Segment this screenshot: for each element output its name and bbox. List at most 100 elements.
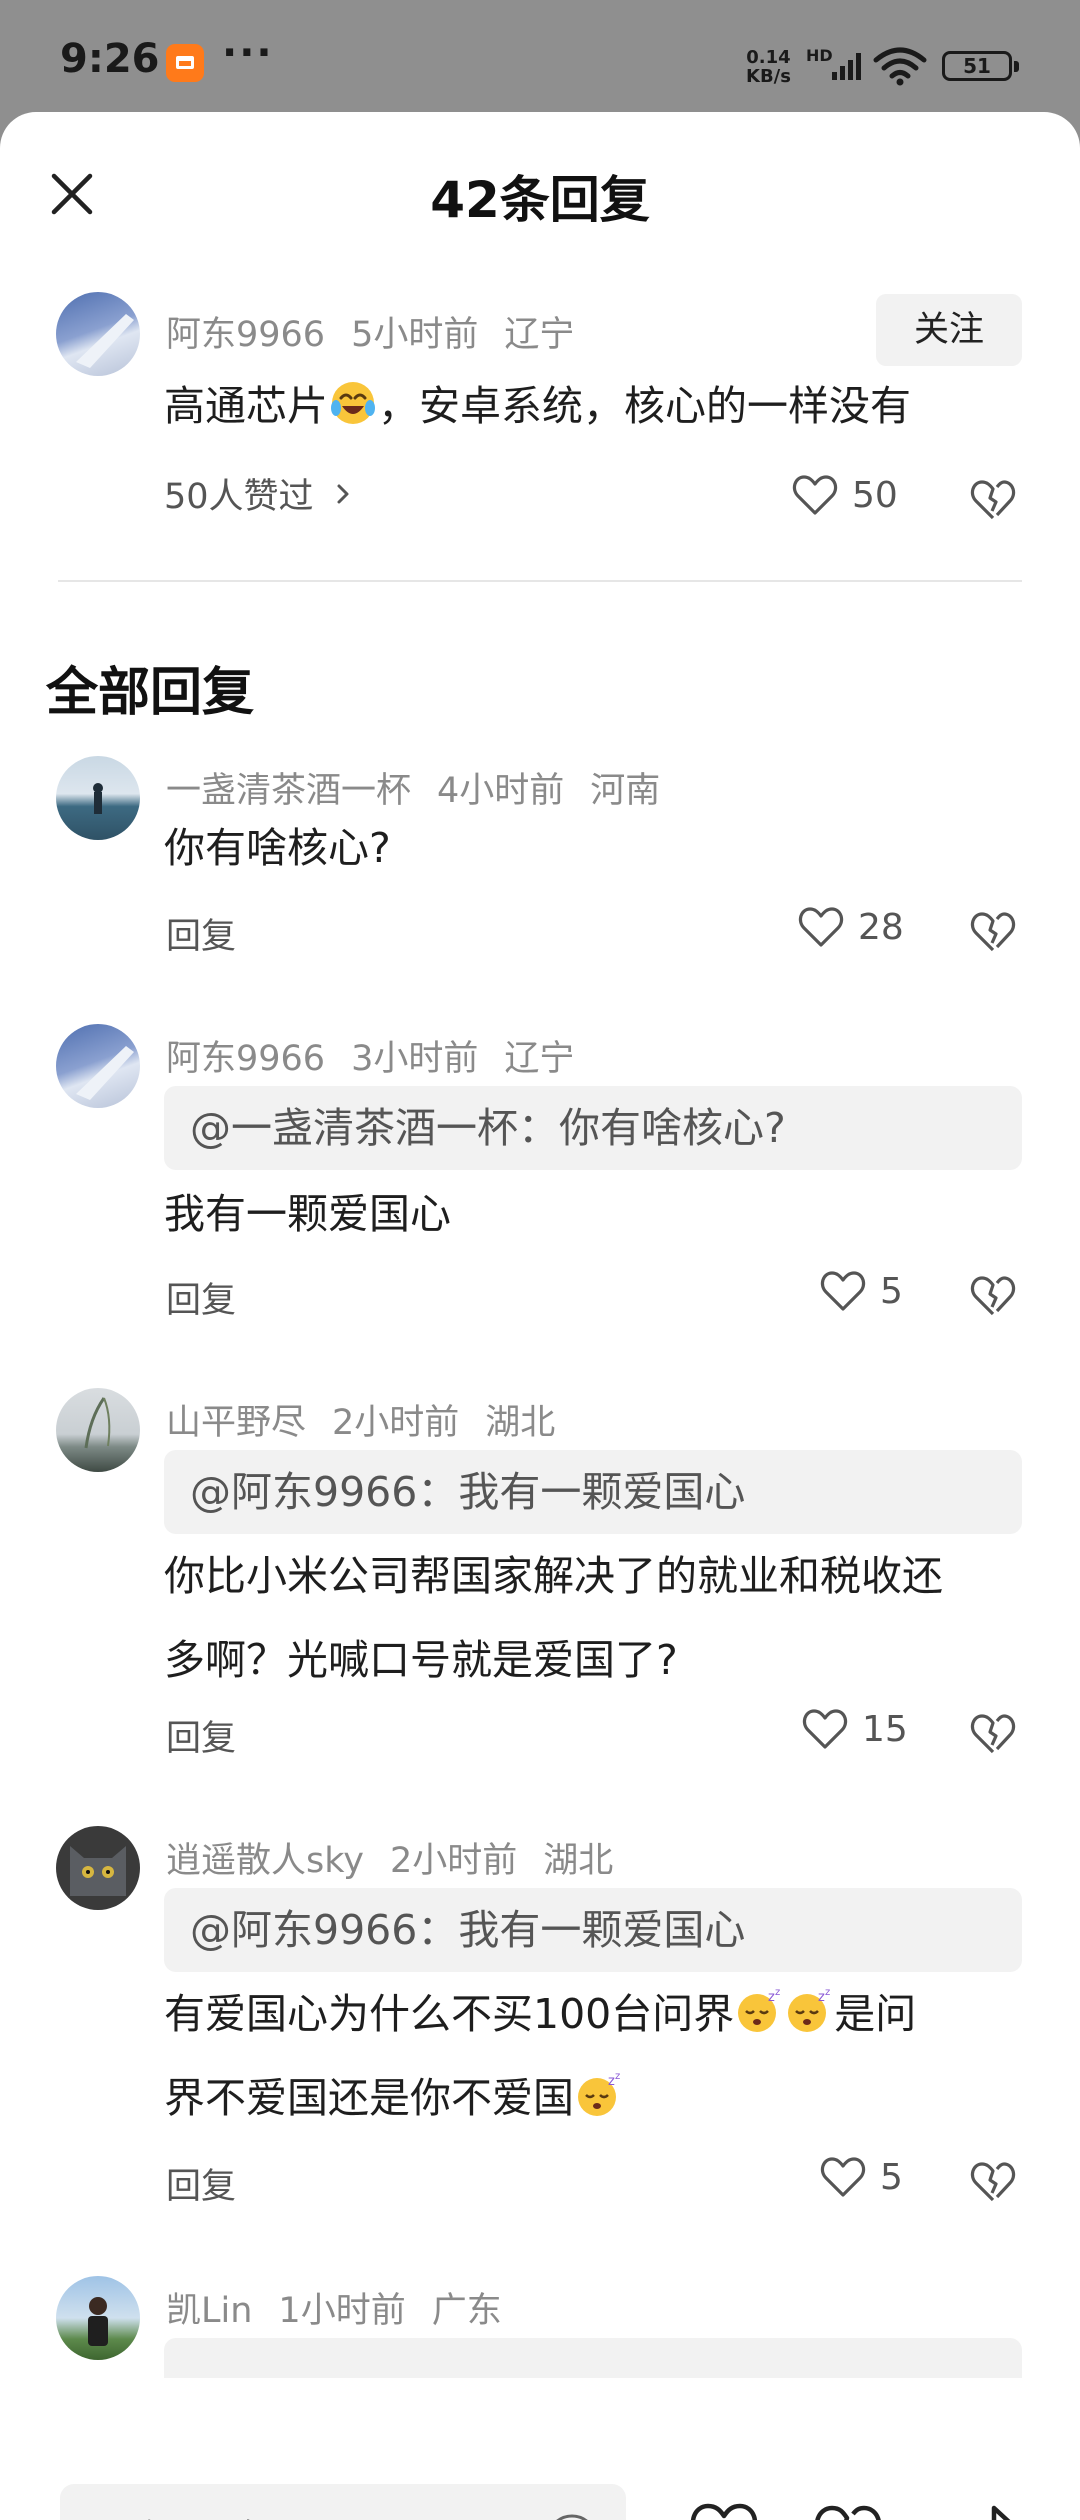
comment-meta: 山平野尽 2小时前 湖北 bbox=[166, 1394, 581, 1445]
username[interactable]: 凯Lin bbox=[166, 2291, 252, 2331]
comment-text-line: 有爱国心为什么不买100台问界 z z z z 是问 bbox=[164, 1972, 916, 2056]
comment-text[interactable]: 有爱国心为什么不买100台问界 z z z z 是问 界不爱国还是你不爱国 z z bbox=[164, 1972, 916, 2140]
comment-text[interactable]: 高通芯片 ，安卓系统，核心的一样没有 bbox=[164, 364, 911, 448]
broken-heart-icon[interactable] bbox=[970, 1710, 1016, 1756]
page-title: 42条回复 bbox=[430, 171, 650, 229]
avatar[interactable] bbox=[56, 1826, 140, 1910]
crying-laughing-emoji bbox=[331, 382, 375, 424]
comment-text-line: 界不爱国还是你不爱国 z z bbox=[164, 2056, 916, 2140]
svg-text:z: z bbox=[825, 1987, 830, 1998]
heart-icon[interactable] bbox=[688, 2498, 760, 2520]
chevron-right-icon bbox=[337, 484, 349, 503]
reply-button[interactable]: 回复 bbox=[166, 908, 236, 959]
comment-text[interactable]: 我有一颗爱国心 bbox=[164, 1172, 451, 1256]
heart-icon bbox=[820, 2157, 866, 2197]
status-bar: 9:26 ··· 0.14 KB/s HD 51 bbox=[0, 0, 1080, 110]
location: 辽宁 bbox=[504, 1039, 575, 1079]
svg-text:z: z bbox=[608, 2074, 615, 2089]
like-button[interactable]: 5 bbox=[820, 2156, 903, 2198]
like-count: 5 bbox=[880, 2156, 903, 2198]
smile-icon[interactable] bbox=[544, 2512, 600, 2520]
like-button[interactable]: 28 bbox=[798, 906, 904, 948]
divider bbox=[58, 580, 1022, 582]
username[interactable]: 一盏清茶酒一杯 bbox=[166, 771, 411, 811]
comment-text-line: 你比小米公司帮国家解决了的就业和税收还 bbox=[164, 1552, 943, 1600]
comment-text[interactable]: 你有啥核心? bbox=[164, 806, 391, 890]
sleeping-emoji: zz bbox=[578, 2071, 620, 2116]
broken-heart-icon[interactable] bbox=[970, 1272, 1016, 1318]
quoted-comment[interactable]: @一盏清茶酒一杯：你有啥核心? bbox=[164, 1086, 1022, 1170]
timestamp: 3小时前 bbox=[351, 1039, 479, 1079]
username[interactable]: 逍遥散人sky bbox=[166, 1841, 364, 1881]
avatar[interactable] bbox=[56, 292, 140, 376]
network-speed-unit: KB/s bbox=[746, 66, 791, 87]
timestamp: 5小时前 bbox=[351, 315, 479, 355]
like-button[interactable]: 15 bbox=[802, 1708, 908, 1750]
location: 河南 bbox=[590, 771, 661, 811]
username[interactable]: 山平野尽 bbox=[166, 1403, 306, 1443]
reply-button[interactable]: 回复 bbox=[166, 1710, 236, 1761]
broken-heart-icon[interactable] bbox=[970, 476, 1016, 522]
reply-input[interactable]: 回复 阿东9966： bbox=[60, 2484, 626, 2520]
timestamp: 1小时前 bbox=[278, 2291, 406, 2331]
heart-icon bbox=[802, 1709, 848, 1749]
location: 湖北 bbox=[543, 1841, 614, 1881]
broken-heart-icon[interactable] bbox=[812, 2498, 884, 2520]
location: 广东 bbox=[431, 2291, 502, 2331]
more-notifications-icon: ··· bbox=[222, 30, 274, 76]
like-button[interactable]: 5 bbox=[820, 1270, 903, 1312]
likers-link[interactable]: 50人赞过 bbox=[164, 468, 358, 519]
heart-icon bbox=[792, 475, 838, 515]
like-count: 15 bbox=[862, 1708, 908, 1750]
like-count: 28 bbox=[858, 906, 904, 948]
share-icon[interactable] bbox=[954, 2498, 1026, 2520]
broken-heart-icon[interactable] bbox=[970, 908, 1016, 954]
comment-text-line: 多啊？光喊口号就是爱国了? bbox=[164, 1636, 678, 1684]
battery-icon: 51 bbox=[942, 51, 1019, 81]
username[interactable]: 阿东9966 bbox=[166, 315, 325, 355]
status-time: 9:26 bbox=[60, 36, 160, 82]
quoted-comment[interactable]: @阿东9966：我有一颗爱国心 bbox=[164, 1450, 1022, 1534]
heart-icon bbox=[798, 907, 844, 947]
follow-button[interactable]: 关注 bbox=[876, 294, 1022, 366]
comment-meta: 阿东9966 3小时前 辽宁 bbox=[166, 1030, 600, 1081]
svg-text:z: z bbox=[768, 1990, 775, 2005]
quoted-comment bbox=[164, 2338, 1022, 2378]
timestamp: 2小时前 bbox=[332, 1403, 460, 1443]
reply-button[interactable]: 回复 bbox=[166, 2158, 236, 2209]
network-speed-value: 0.14 bbox=[746, 47, 791, 68]
section-title: 全部回复 bbox=[46, 663, 255, 723]
reply-input-placeholder: 回复 阿东9966： bbox=[98, 2484, 413, 2520]
reply-button[interactable]: 回复 bbox=[166, 1272, 236, 1323]
wifi-icon bbox=[873, 47, 927, 86]
svg-text:z: z bbox=[615, 2071, 620, 2082]
comment-text-part: 是问 bbox=[834, 1990, 917, 2038]
signal-icon bbox=[832, 53, 861, 80]
comment-text-part: 有爱国心为什么不买100台问界 bbox=[164, 1990, 735, 2038]
location: 辽宁 bbox=[504, 315, 575, 355]
avatar[interactable] bbox=[56, 2276, 140, 2360]
sleeping-emoji: zz bbox=[788, 1987, 831, 2032]
comment-text[interactable]: 你比小米公司帮国家解决了的就业和税收还 多啊？光喊口号就是爱国了? bbox=[164, 1534, 943, 1702]
location: 湖北 bbox=[485, 1403, 556, 1443]
likers-label: 50人赞过 bbox=[164, 477, 314, 517]
comment-meta: 凯Lin 1小时前 广东 bbox=[166, 2282, 528, 2333]
quoted-comment[interactable]: @阿东9966：我有一颗爱国心 bbox=[164, 1888, 1022, 1972]
comment-meta: 逍遥散人sky 2小时前 湖北 bbox=[166, 1832, 639, 1883]
broken-heart-icon[interactable] bbox=[970, 2158, 1016, 2204]
svg-text:z: z bbox=[818, 1990, 825, 2005]
like-count: 50 bbox=[852, 474, 898, 516]
username[interactable]: 阿东9966 bbox=[166, 1039, 325, 1079]
like-button[interactable]: 50 bbox=[792, 474, 898, 516]
comment-text-part1: 高通芯片 bbox=[164, 382, 328, 430]
comment-meta: 阿东9966 5小时前 辽宁 bbox=[166, 306, 600, 357]
avatar[interactable] bbox=[56, 1388, 140, 1472]
svg-text:z: z bbox=[775, 1987, 780, 1998]
avatar[interactable] bbox=[56, 756, 140, 840]
shopping-app-icon bbox=[166, 44, 204, 82]
timestamp: 2小时前 bbox=[389, 1841, 518, 1881]
avatar[interactable] bbox=[56, 1024, 140, 1108]
heart-icon bbox=[820, 1271, 866, 1311]
network-speed: 0.14 KB/s bbox=[746, 48, 791, 86]
comment-text-part2: ，安卓系统，核心的一样没有 bbox=[378, 382, 911, 430]
